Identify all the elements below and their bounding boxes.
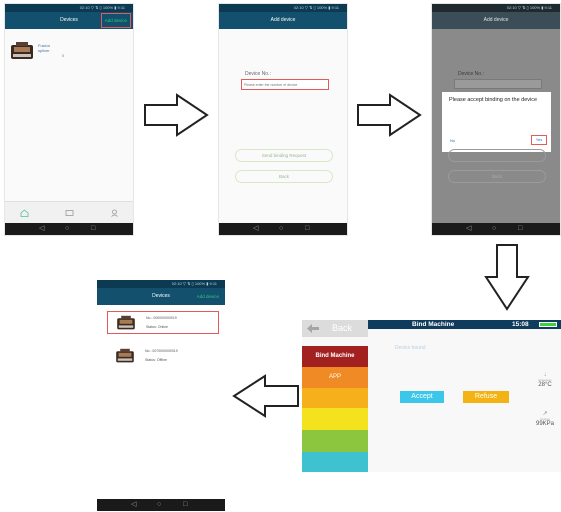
machine-back-label: Back bbox=[332, 323, 353, 333]
android-nav-bar: ◁ ○ □ bbox=[432, 223, 560, 235]
back-button[interactable]: Back bbox=[235, 170, 333, 183]
right-arrow-icon bbox=[143, 93, 209, 137]
status-bar: 02:10 ▽ ⇅ ▯ 100% ▮ 9:11 bbox=[97, 280, 225, 288]
back-button[interactable]: Back bbox=[448, 170, 546, 183]
device-no-label: Device No.: bbox=[245, 71, 271, 77]
status-bar: 02:10 ▽ ⇅ ▯ 100% ▮ 9:11 bbox=[219, 4, 347, 12]
left-arrow-icon bbox=[232, 374, 300, 418]
right-arrow-icon bbox=[356, 93, 422, 137]
bind-confirm-dialog: Please accept binding on the device No Y… bbox=[442, 92, 551, 152]
home-icon bbox=[20, 209, 28, 217]
bottom-tab-bar: Home Message Personal bbox=[5, 201, 133, 226]
machine-title-bar: Bind Machine 15:08 bbox=[368, 320, 561, 329]
page-title: Devices bbox=[152, 293, 170, 299]
back-arrow-icon bbox=[307, 324, 319, 333]
temperature-value: 28°C bbox=[538, 382, 552, 388]
dialog-message: Please accept binding on the device bbox=[449, 97, 538, 103]
nav-recent-icon[interactable]: □ bbox=[91, 223, 95, 235]
pressure-widget: ↗ pressure 99KPa bbox=[530, 411, 560, 427]
dimmed-button bbox=[448, 149, 546, 162]
splicer-device-icon bbox=[10, 41, 34, 61]
menu-bind-machine[interactable]: Bind Machine bbox=[302, 346, 368, 367]
nav-back-icon[interactable]: ◁ bbox=[39, 223, 44, 235]
down-arrow-icon bbox=[484, 243, 530, 311]
gauge-icon: ↗ bbox=[542, 411, 548, 417]
title-bar: Devices Add device bbox=[97, 288, 225, 305]
title-bar: Add device bbox=[219, 12, 347, 29]
machine-screen-bind: Back Bind Machine 15:08 Bind Machine APP… bbox=[302, 320, 561, 472]
person-icon bbox=[110, 209, 118, 217]
device-count: 0 bbox=[62, 54, 64, 58]
nav-home-icon[interactable]: ○ bbox=[492, 223, 496, 235]
android-nav-bar: ◁ ○ □ bbox=[97, 499, 225, 511]
add-device-highlight bbox=[101, 13, 131, 28]
phone-screen-add-device: 02:10 ▽ ⇅ ▯ 100% ▮ 9:11 Add device Devic… bbox=[219, 4, 347, 235]
nav-home-icon[interactable]: ○ bbox=[157, 499, 161, 511]
nav-recent-icon[interactable]: □ bbox=[183, 499, 187, 511]
nav-recent-icon[interactable]: □ bbox=[518, 223, 522, 235]
bind-request-text: Device bound bbox=[395, 345, 426, 351]
menu-item-5[interactable] bbox=[302, 430, 368, 452]
device-status: Status: Offline bbox=[145, 358, 167, 362]
battery-icon bbox=[539, 322, 557, 327]
nav-back-icon[interactable]: ◁ bbox=[131, 499, 136, 511]
device-item[interactable]: Fusion splicer 0 bbox=[8, 39, 68, 65]
nav-home-icon[interactable]: ○ bbox=[279, 223, 283, 235]
status-bar: 02:10 ▽ ⇅ ▯ 100% ▮ 9:11 bbox=[432, 4, 560, 12]
page-title: Add device bbox=[483, 17, 509, 23]
dialog-no-button[interactable]: No bbox=[450, 138, 455, 143]
device-name: Fusion splicer bbox=[38, 43, 51, 53]
device-number-input[interactable] bbox=[454, 79, 542, 89]
page-title: Add device bbox=[270, 17, 296, 23]
thermometer-icon: ↓ bbox=[543, 372, 547, 378]
splicer-device-icon bbox=[117, 315, 135, 330]
device-row[interactable]: No.: 0070000000019 Status: Offline bbox=[107, 345, 219, 368]
title-bar: Add device bbox=[432, 12, 560, 29]
phone-screen-bind-dialog: 02:10 ▽ ⇅ ▯ 100% ▮ 9:11 Add device Devic… bbox=[432, 4, 560, 235]
phone-screen-bound-devices: 02:10 ▽ ⇅ ▯ 100% ▮ 9:11 Devices Add devi… bbox=[97, 280, 225, 384]
splicer-device-icon bbox=[116, 348, 134, 363]
dialog-yes-button[interactable]: Yes bbox=[531, 135, 547, 145]
menu-item-4[interactable] bbox=[302, 408, 368, 430]
pressure-value: 99KPa bbox=[535, 421, 554, 427]
machine-back-button[interactable]: Back bbox=[302, 320, 368, 337]
refuse-button[interactable]: Refuse bbox=[463, 391, 509, 403]
menu-app[interactable]: APP bbox=[302, 367, 368, 388]
status-bar: 02:10 ▽ ⇅ ▯ 100% ▮ 9:11 bbox=[5, 4, 133, 12]
machine-title: Bind Machine bbox=[412, 321, 455, 328]
accept-button[interactable]: Accept bbox=[400, 391, 444, 403]
temperature-widget: ↓ temperature 28°C bbox=[530, 372, 560, 388]
menu-item-3[interactable] bbox=[302, 388, 368, 408]
send-binding-request-button[interactable]: Send binding Request bbox=[235, 149, 333, 162]
menu-item-6[interactable] bbox=[302, 452, 368, 472]
phone-screen-devices: 02:10 ▽ ⇅ ▯ 100% ▮ 9:11 Devices Add devi… bbox=[5, 4, 133, 235]
nav-home-icon[interactable]: ○ bbox=[65, 223, 69, 235]
message-icon bbox=[65, 210, 73, 216]
android-nav-bar: ◁ ○ □ bbox=[219, 223, 347, 235]
page-title: Devices bbox=[60, 17, 78, 23]
nav-recent-icon[interactable]: □ bbox=[305, 223, 309, 235]
nav-back-icon[interactable]: ◁ bbox=[466, 223, 471, 235]
machine-clock: 15:08 bbox=[512, 321, 529, 328]
nav-back-icon[interactable]: ◁ bbox=[253, 223, 258, 235]
device-number: No.: 0070000000019 bbox=[145, 349, 178, 353]
device-no-label: Device No.: bbox=[458, 71, 484, 77]
device-number-input[interactable] bbox=[241, 79, 329, 90]
device-number: No.: 000000000019 bbox=[146, 316, 177, 320]
add-device-link[interactable]: Add device bbox=[197, 288, 219, 305]
device-row[interactable]: No.: 000000000019 Status: Online bbox=[107, 311, 219, 334]
android-nav-bar: ◁ ○ □ bbox=[5, 223, 133, 235]
device-status: Status: Online bbox=[146, 325, 168, 329]
